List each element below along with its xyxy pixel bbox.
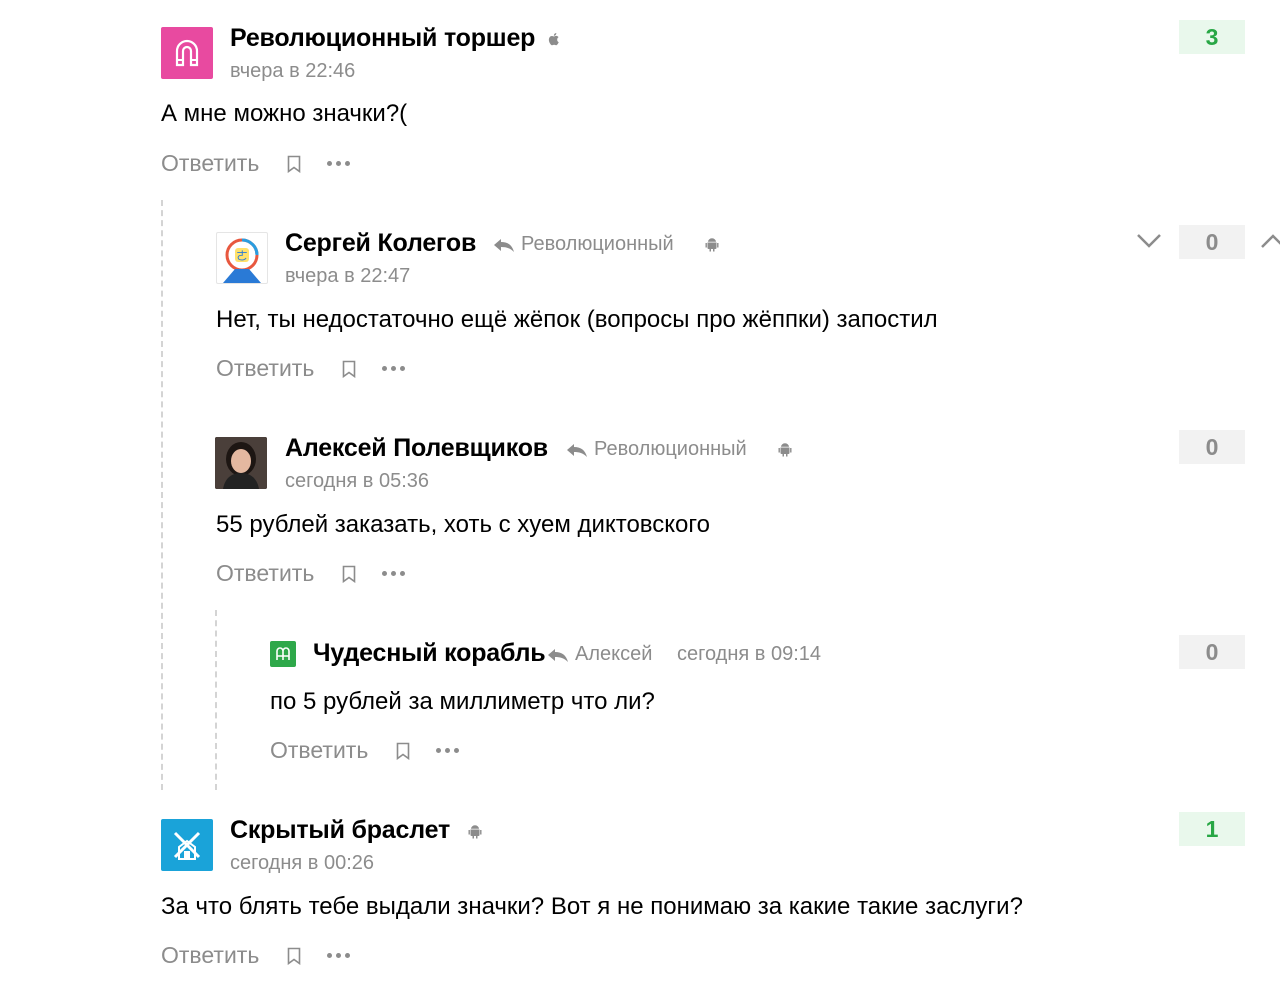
reply-button[interactable]: Ответить	[161, 942, 259, 969]
comment: Скрытый браслет сегодня в 00:26 За что б…	[0, 0, 1280, 991]
rating-badge: 1	[1179, 812, 1245, 846]
comment-actions: Ответить	[161, 942, 351, 969]
windmill-icon	[173, 831, 201, 860]
comment-text: За что блять тебе выдали значки? Вот я н…	[161, 893, 1023, 920]
comment-time[interactable]: сегодня в 00:26	[230, 852, 374, 875]
author-name[interactable]: Скрытый браслет	[230, 816, 450, 845]
bookmark-icon[interactable]	[287, 947, 301, 965]
android-icon	[468, 825, 482, 839]
comments-page: Революционный торшер вчера в 22:46 А мне…	[0, 0, 1280, 991]
avatar[interactable]	[161, 819, 213, 871]
more-icon[interactable]	[327, 953, 351, 958]
